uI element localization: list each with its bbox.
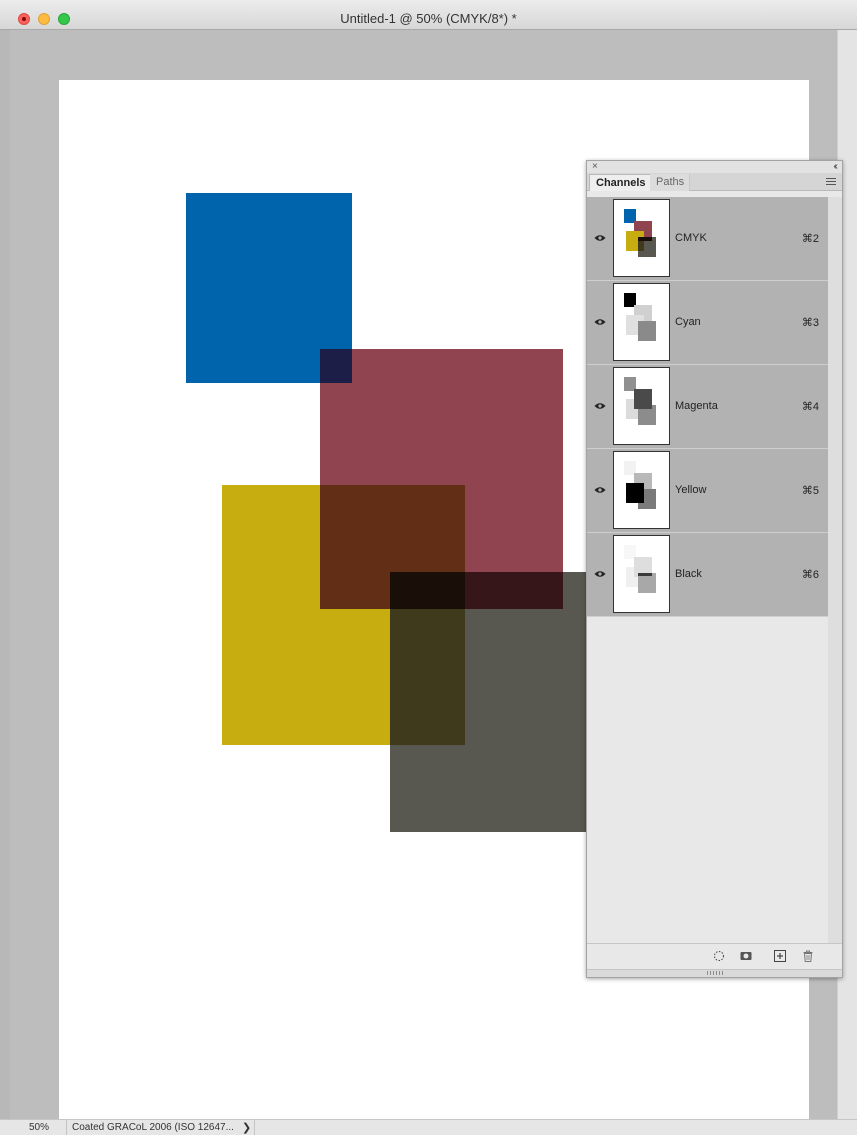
status-menu-arrow[interactable]: ❯: [242, 1121, 251, 1134]
eye-icon[interactable]: [594, 234, 606, 242]
channel-shortcut: ⌘5: [801, 485, 819, 497]
channel-row-black[interactable]: Black ⌘6: [587, 533, 828, 617]
channel-thumbnail: [613, 199, 670, 277]
status-bar: 50% Coated GRACoL 2006 (ISO 12647... ❯: [0, 1119, 857, 1135]
new-channel-icon[interactable]: [774, 950, 786, 962]
load-selection-icon[interactable]: [713, 950, 725, 962]
panel-menu-icon[interactable]: [826, 178, 836, 186]
eye-icon[interactable]: [594, 486, 606, 494]
channel-name: Black: [675, 568, 702, 580]
channel-thumbnail: [613, 283, 670, 361]
tab-channels[interactable]: Channels: [589, 174, 653, 191]
panel-collapse-icon[interactable]: ‹‹: [833, 161, 837, 173]
overlap-cyan-magenta: [320, 349, 352, 383]
channel-name: Cyan: [675, 316, 701, 328]
delete-channel-icon[interactable]: [802, 950, 814, 962]
channel-shortcut: ⌘4: [801, 401, 819, 413]
status-divider-end: [254, 1120, 255, 1135]
window-title: Untitled-1 @ 50% (CMYK/8*) *: [340, 11, 517, 26]
channel-row-magenta[interactable]: Magenta ⌘4: [587, 365, 828, 449]
channel-name: Yellow: [675, 484, 707, 496]
tab-paths[interactable]: Paths: [650, 174, 690, 191]
channel-shortcut: ⌘6: [801, 569, 819, 581]
panel-footer: [587, 943, 842, 969]
channel-shortcut: ⌘2: [801, 233, 819, 245]
window-titlebar: Untitled-1 @ 50% (CMYK/8*) *: [0, 0, 857, 30]
zoom-level[interactable]: 50%: [29, 1122, 49, 1133]
channel-shortcut: ⌘3: [801, 317, 819, 329]
status-divider: [66, 1120, 67, 1135]
panel-tabs: Channels Paths: [587, 173, 842, 191]
panel-resize-grip[interactable]: [587, 969, 842, 977]
panel-header[interactable]: × ‹‹: [587, 161, 842, 173]
channel-thumbnail: [613, 535, 670, 613]
channel-thumbnail: [613, 367, 670, 445]
channels-panel: × ‹‹ Channels Paths CMYK ⌘2 Cyan ⌘3 Mage…: [586, 160, 843, 978]
eye-icon[interactable]: [594, 402, 606, 410]
save-selection-icon[interactable]: [740, 950, 752, 962]
eye-icon[interactable]: [594, 318, 606, 326]
channel-name: Magenta: [675, 400, 718, 412]
channel-row-yellow[interactable]: Yellow ⌘5: [587, 449, 828, 533]
channel-name: CMYK: [675, 232, 707, 244]
panel-scrollbar[interactable]: [828, 197, 842, 943]
panel-close-icon[interactable]: ×: [592, 161, 598, 173]
channel-list: CMYK ⌘2 Cyan ⌘3 Magenta ⌘4 Yellow ⌘5 Bla…: [587, 197, 828, 617]
channel-row-cmyk[interactable]: CMYK ⌘2: [587, 197, 828, 281]
overlap-all: [390, 572, 465, 609]
document-profile: Coated GRACoL 2006 (ISO 12647...: [72, 1122, 234, 1133]
channel-thumbnail: [613, 451, 670, 529]
channel-row-cyan[interactable]: Cyan ⌘3: [587, 281, 828, 365]
eye-icon[interactable]: [594, 570, 606, 578]
